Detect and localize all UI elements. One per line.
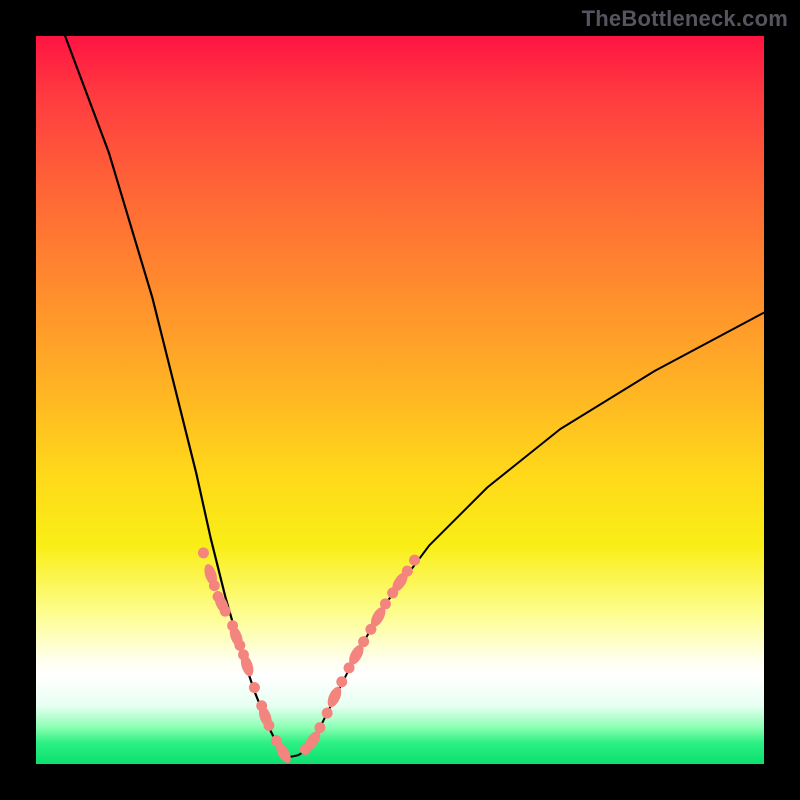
plot-area <box>36 36 764 764</box>
curve-marker <box>407 553 422 568</box>
curve-marker <box>320 706 335 721</box>
marker-band-right <box>298 553 423 758</box>
curve-marker <box>196 546 210 560</box>
curve-right <box>291 313 764 757</box>
watermark-text: TheBottleneck.com <box>582 6 788 32</box>
curve-marker <box>334 674 349 689</box>
curve-marker <box>247 681 261 695</box>
curve-marker <box>325 685 344 710</box>
marker-band-left <box>196 546 293 764</box>
chart-stage: TheBottleneck.com <box>0 0 800 800</box>
curve-left <box>65 36 291 757</box>
curve-layer <box>36 36 764 764</box>
